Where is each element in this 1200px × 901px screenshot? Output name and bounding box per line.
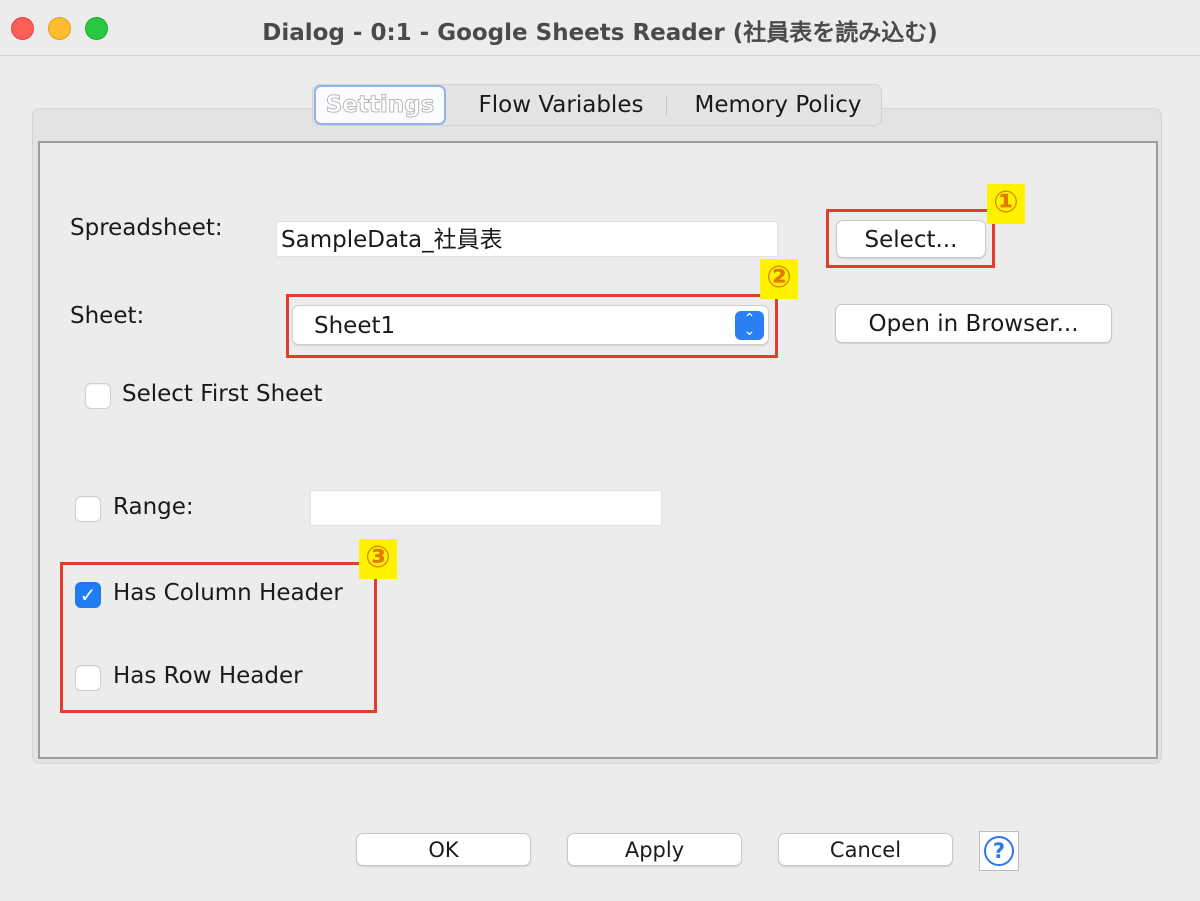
annotation-badge-3: ③ [359,539,397,579]
range-label: Range: [113,494,194,520]
ok-button[interactable]: OK [356,833,531,866]
tab-memory-policy[interactable]: Memory Policy [678,85,878,125]
title-bar: Dialog - 0:1 - Google Sheets Reader (社員表… [0,0,1200,56]
sheet-label: Sheet: [70,303,145,329]
tab-flow-variables[interactable]: Flow Variables [461,85,661,125]
apply-button[interactable]: Apply [567,833,742,866]
select-first-sheet-checkbox[interactable] [85,383,111,409]
help-icon: ? [984,836,1014,866]
open-in-browser-button[interactable]: Open in Browser... [835,304,1112,343]
annotation-box-2 [286,294,778,358]
cancel-button[interactable]: Cancel [778,833,953,866]
annotation-box-3 [60,562,377,713]
spreadsheet-field[interactable]: SampleData_社員表 [276,221,778,257]
select-first-sheet-label: Select First Sheet [122,381,323,407]
tab-strip: Settings Flow Variables Memory Policy [312,84,882,126]
tab-settings[interactable]: Settings [314,85,446,125]
range-checkbox[interactable] [75,496,101,522]
dialog-window: Dialog - 0:1 - Google Sheets Reader (社員表… [0,0,1200,901]
spreadsheet-label: Spreadsheet: [70,215,223,241]
window-title: Dialog - 0:1 - Google Sheets Reader (社員表… [262,20,938,46]
annotation-box-1 [826,209,995,268]
annotation-badge-2: ② [760,259,798,299]
help-button[interactable]: ? [979,831,1019,871]
annotation-badge-1: ① [987,184,1025,224]
range-field[interactable] [310,490,662,526]
tab-separator [666,96,667,116]
